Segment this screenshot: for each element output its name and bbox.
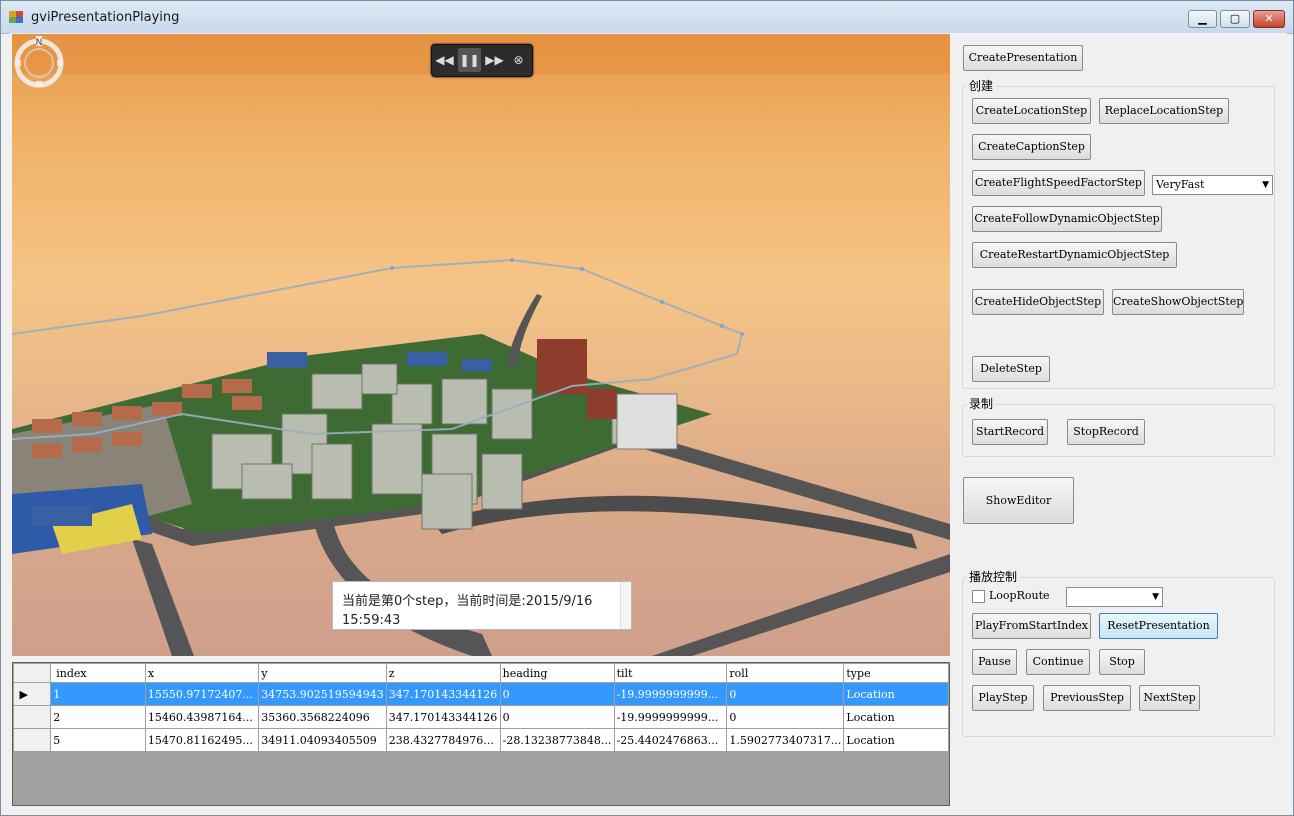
table-cell[interactable]: 5 [50, 728, 146, 752]
table-cell[interactable]: 347.170143344126 [385, 705, 501, 729]
row-selector-icon[interactable]: ▶ [12, 682, 52, 706]
playback-toolbar: ◀◀ ❚❚ ▶▶ ⊗ [431, 44, 533, 77]
table-cell[interactable]: 238.4327784976... [385, 728, 501, 752]
create-hide-object-step-button[interactable]: CreateHideObjectStep [972, 289, 1104, 315]
chevron-down-icon: ▼ [1152, 592, 1159, 602]
speed-factor-value: VeryFast [1156, 178, 1205, 191]
steps-grid: index x y z heading tilt roll type ▶ 1 1… [12, 662, 950, 806]
table-cell[interactable]: 1.5902773407317... [726, 728, 845, 752]
title-bar: gviPresentationPlaying ▁ ▢ ✕ [1, 1, 1293, 34]
create-group [962, 86, 1275, 389]
table-cell[interactable]: -28.13238773848... [499, 728, 615, 752]
continue-button[interactable]: Continue [1026, 649, 1090, 675]
compass-icon[interactable]: N [12, 34, 66, 88]
city-scene [12, 34, 950, 656]
speed-factor-select[interactable]: VeryFast ▼ [1152, 175, 1273, 195]
column-header[interactable]: type [843, 663, 949, 683]
record-group-label: 录制 [967, 395, 996, 412]
window-title: gviPresentationPlaying [31, 10, 180, 25]
maximize-button[interactable]: ▢ [1220, 10, 1250, 28]
column-header[interactable]: index [50, 663, 146, 683]
table-cell[interactable]: 0 [726, 682, 845, 706]
table-cell[interactable]: 0 [499, 705, 615, 729]
stop-record-button[interactable]: StopRecord [1067, 419, 1145, 445]
grid-header-row: index x y z heading tilt roll type [12, 663, 949, 683]
create-follow-dynamic-object-step-button[interactable]: CreateFollowDynamicObjectStep [972, 206, 1162, 232]
table-cell[interactable]: -19.9999999999... [613, 705, 728, 729]
replace-location-step-button[interactable]: ReplaceLocationStep [1099, 98, 1229, 124]
table-cell[interactable]: 2 [50, 705, 146, 729]
table-cell[interactable]: 1 [50, 682, 146, 706]
loop-route-checkbox[interactable] [972, 590, 985, 603]
minimize-button[interactable]: ▁ [1188, 10, 1217, 28]
app-icon [9, 11, 23, 23]
create-restart-dynamic-object-step-button[interactable]: CreateRestartDynamicObjectStep [972, 242, 1177, 268]
close-icon: ✕ [1264, 12, 1274, 25]
stop-button[interactable]: Stop [1099, 649, 1145, 675]
create-group-label: 创建 [967, 77, 996, 94]
minimize-icon: ▁ [1198, 12, 1207, 25]
pause-button[interactable]: Pause [972, 649, 1017, 675]
table-cell[interactable]: -19.9999999999... [613, 682, 728, 706]
column-header[interactable]: tilt [613, 663, 728, 683]
create-presentation-button[interactable]: CreatePresentation [963, 45, 1083, 71]
show-editor-button[interactable]: ShowEditor [963, 477, 1074, 524]
table-cell[interactable]: 347.170143344126 [385, 682, 501, 706]
next-step-button[interactable]: NextStep [1139, 685, 1200, 711]
reset-presentation-button[interactable]: ResetPresentation [1099, 613, 1218, 639]
table-row[interactable]: 2 15460.43987164... 35360.3568224096 347… [12, 705, 949, 729]
table-cell[interactable]: 15470.81162495... [144, 728, 260, 752]
column-header[interactable]: roll [726, 663, 845, 683]
create-show-object-step-button[interactable]: CreateShowObjectStep [1112, 289, 1244, 315]
table-cell[interactable]: -25.4402476863... [613, 728, 728, 752]
start-record-button[interactable]: StartRecord [972, 419, 1048, 445]
table-cell[interactable]: Location [843, 682, 949, 706]
row-header[interactable] [12, 705, 52, 729]
table-cell[interactable]: 0 [726, 705, 845, 729]
fast-forward-icon[interactable]: ▶▶ [483, 48, 506, 72]
create-location-step-button[interactable]: CreateLocationStep [972, 98, 1091, 124]
route-select[interactable]: ▼ [1066, 587, 1163, 607]
table-cell[interactable]: 34911.04093405509 [258, 728, 387, 752]
pause-icon[interactable]: ❚❚ [458, 48, 481, 72]
caption-text: 当前是第0个step，当前时间是:2015/9/16 15:59:43 [342, 594, 593, 628]
close-button[interactable]: ✕ [1253, 10, 1285, 28]
table-cell[interactable]: Location [843, 728, 949, 752]
row-header[interactable] [12, 728, 52, 752]
caption-scrollbar[interactable] [620, 582, 631, 629]
create-caption-step-button[interactable]: CreateCaptionStep [972, 134, 1091, 160]
chevron-down-icon: ▼ [1262, 180, 1269, 190]
table-cell[interactable]: 34753.902519594943 [258, 682, 387, 706]
grid-corner [12, 663, 52, 683]
loop-route-label: LoopRoute [989, 589, 1050, 602]
scene-3d-view[interactable]: ◀◀ ❚❚ ▶▶ ⊗ N 当前是第0个step，当前时间是:2015/9/16 … [12, 34, 950, 656]
table-cell[interactable]: 15460.43987164... [144, 705, 260, 729]
play-from-start-index-button[interactable]: PlayFromStartIndex [972, 613, 1091, 639]
client-area: ◀◀ ❚❚ ▶▶ ⊗ N 当前是第0个step，当前时间是:2015/9/16 … [9, 33, 1287, 809]
table-cell[interactable]: 15550.97172407... [144, 682, 260, 706]
maximize-icon: ▢ [1229, 12, 1241, 25]
app-window: gviPresentationPlaying ▁ ▢ ✕ ◀◀ ❚❚ ▶▶ ⊗ … [0, 0, 1294, 816]
delete-step-button[interactable]: DeleteStep [972, 356, 1050, 382]
table-cell[interactable]: 0 [499, 682, 615, 706]
column-header[interactable]: heading [499, 663, 615, 683]
caption-box: 当前是第0个step，当前时间是:2015/9/16 15:59:43 [332, 581, 632, 630]
table-row[interactable]: 5 15470.81162495... 34911.04093405509 23… [12, 728, 949, 752]
previous-step-button[interactable]: PreviousStep [1043, 685, 1131, 711]
table-cell[interactable]: 35360.3568224096 [258, 705, 387, 729]
create-flight-speed-factor-step-button[interactable]: CreateFlightSpeedFactorStep [972, 170, 1145, 196]
table-row[interactable]: ▶ 1 15550.97172407... 34753.902519594943… [12, 682, 949, 706]
table-cell[interactable]: Location [843, 705, 949, 729]
column-header[interactable]: z [385, 663, 501, 683]
compass-north-label: N [36, 38, 43, 48]
stop-icon[interactable]: ⊗ [507, 48, 530, 72]
rewind-icon[interactable]: ◀◀ [433, 48, 456, 72]
column-header[interactable]: x [144, 663, 260, 683]
playback-group-label: 播放控制 [967, 568, 1020, 585]
play-step-button[interactable]: PlayStep [972, 685, 1034, 711]
column-header[interactable]: y [258, 663, 387, 683]
